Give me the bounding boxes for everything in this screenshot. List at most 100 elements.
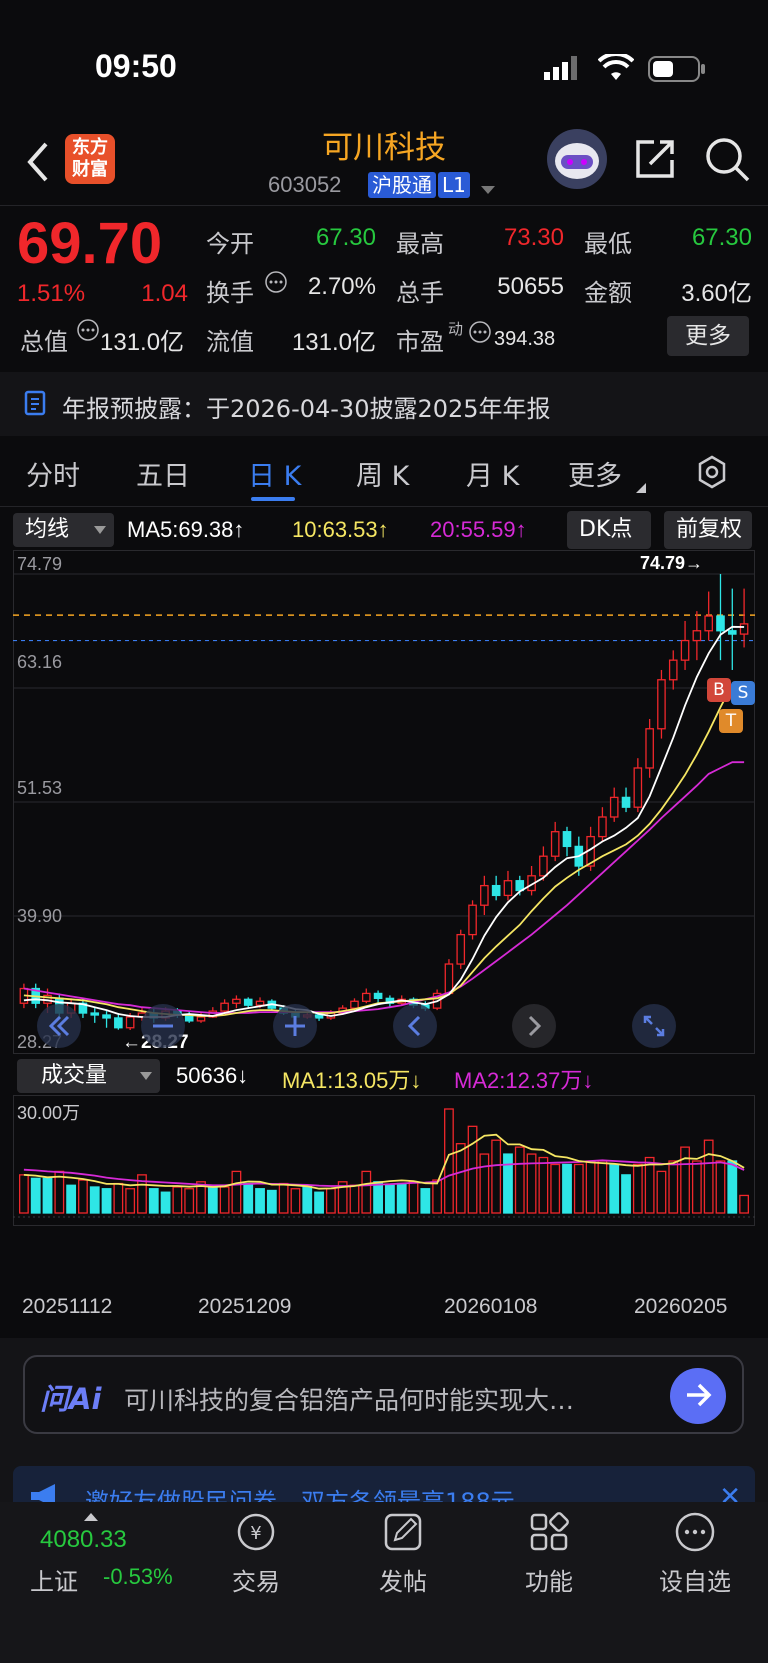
up-arrow-icon [84, 1506, 98, 1525]
volume-bar [290, 1188, 301, 1214]
nav-add-watchlist[interactable]: 设自选 [645, 1562, 745, 1597]
index-change: -0.53% [103, 1564, 173, 1589]
search-icon[interactable] [704, 136, 750, 186]
rewind-icon[interactable] [36, 1003, 82, 1053]
volume-bar [585, 1160, 596, 1214]
tabs-divider [0, 506, 768, 507]
volume-value: 50636↓ [176, 1063, 249, 1088]
ma20-value: 20:55.59↑ [430, 517, 527, 542]
more-dots-icon[interactable] [645, 1510, 745, 1563]
volume-bar [691, 1160, 702, 1214]
volume-chart[interactable] [13, 1095, 755, 1285]
ai-send-button[interactable] [670, 1368, 726, 1424]
hgt-badge: 沪股通 [368, 172, 436, 198]
kline-chart[interactable] [13, 550, 755, 1054]
scroll-left-icon[interactable] [392, 1003, 438, 1053]
volume-bar [621, 1174, 631, 1214]
zoom-in-icon[interactable] [272, 1003, 318, 1053]
tab-monthly-k[interactable]: 月 K [466, 454, 519, 493]
dropdown-arrow-icon[interactable] [480, 180, 496, 199]
total-mv-value: 131.0亿 [100, 329, 185, 356]
volume-bar [573, 1163, 584, 1214]
volume-bar [420, 1188, 431, 1214]
tab-minute[interactable]: 分时 [26, 454, 80, 493]
sell-signal-badge[interactable]: S [731, 681, 755, 705]
volume-bar [255, 1188, 265, 1214]
high-label: 最高 [396, 230, 444, 258]
candle-body [716, 615, 725, 632]
t-signal-badge[interactable]: T [719, 709, 743, 733]
volume-bar [125, 1188, 136, 1214]
adjust-button[interactable]: 前复权 [664, 511, 752, 549]
volume-bar [491, 1139, 502, 1214]
ma-select-label: 均线 [25, 517, 70, 542]
ma5-line [23, 625, 745, 1018]
functions-icon[interactable] [499, 1510, 599, 1563]
info-icon[interactable] [264, 270, 288, 298]
volume-select-label: 成交量 [41, 1063, 108, 1088]
volume-bar [19, 1174, 29, 1214]
candle-body [657, 679, 666, 730]
volume-bar [668, 1160, 679, 1214]
tab-more[interactable]: 更多 [568, 454, 622, 493]
more-button[interactable]: 更多 [667, 316, 749, 356]
volume-bar [219, 1186, 230, 1214]
index-value[interactable]: 4080.33 [40, 1526, 127, 1554]
candle-body [220, 1002, 229, 1012]
adjust-button-label: 前复权 [676, 517, 743, 542]
tab-five-day[interactable]: 五日 [136, 454, 190, 493]
fullscreen-icon[interactable] [631, 1003, 677, 1053]
trade-icon[interactable]: ¥ [206, 1510, 306, 1563]
volume-ma2: MA2:12.37万↓ [454, 1068, 594, 1093]
volume-bar [727, 1160, 738, 1214]
buy-signal-badge[interactable]: B [707, 678, 731, 702]
share-icon[interactable] [632, 136, 678, 186]
y-tick-label: 63.16 [17, 652, 63, 672]
nav-functions[interactable]: 功能 [499, 1562, 599, 1597]
low-label: 最低 [584, 230, 632, 258]
settings-icon[interactable] [694, 454, 730, 494]
date-tick: 20260108 [444, 1295, 538, 1318]
nav-post[interactable]: 发帖 [353, 1562, 453, 1597]
volume-frame [13, 1095, 755, 1226]
ai-question-text[interactable]: 可川科技的复合铝箔产品何时能实现大… [124, 1381, 644, 1417]
pe-label: 市盈 [396, 328, 444, 356]
volume-bar [30, 1177, 41, 1214]
volume-bar [243, 1182, 254, 1214]
change-amount: 1.04 [141, 280, 188, 307]
volume-bar [266, 1189, 277, 1214]
ma-select[interactable]: 均线 [13, 513, 114, 547]
ma10-value: 10:63.53↑ [292, 517, 389, 542]
battery-icon [648, 56, 706, 86]
scroll-right-icon[interactable] [511, 1003, 557, 1053]
tab-daily-k[interactable]: 日 K [248, 454, 301, 493]
info-icon[interactable] [76, 318, 100, 346]
volume-bar [597, 1160, 608, 1214]
candle-body [621, 796, 631, 808]
zoom-out-icon[interactable] [140, 1003, 186, 1053]
candle-body [491, 884, 501, 897]
volume-label: 总手 [396, 279, 444, 307]
volume-bar [66, 1184, 77, 1214]
tab-active-indicator [251, 497, 295, 501]
post-icon[interactable] [353, 1510, 453, 1563]
candle-body [562, 831, 572, 848]
candle-body [114, 1017, 123, 1029]
date-tick: 20251112 [22, 1295, 113, 1318]
tab-weekly-k[interactable]: 周 K [356, 454, 409, 493]
candle-body [102, 1014, 111, 1019]
robot-avatar-icon[interactable] [546, 128, 608, 194]
amount-label: 金额 [584, 279, 632, 307]
info-icon[interactable] [468, 320, 492, 348]
volume-bar [278, 1182, 289, 1214]
volume-bar [349, 1184, 360, 1214]
candle-body [550, 831, 560, 857]
candle-body [598, 816, 607, 838]
candle-body [645, 728, 654, 769]
promo-banner[interactable]: 邀好友做股民问卷，双方各领最高188元 ✕ [13, 1466, 755, 1506]
nav-trade[interactable]: 交易 [206, 1562, 306, 1597]
volume-bar [550, 1163, 561, 1214]
candle-body [125, 1016, 135, 1029]
dk-button[interactable]: DK点 [567, 511, 651, 549]
volume-select[interactable]: 成交量 [17, 1059, 160, 1093]
